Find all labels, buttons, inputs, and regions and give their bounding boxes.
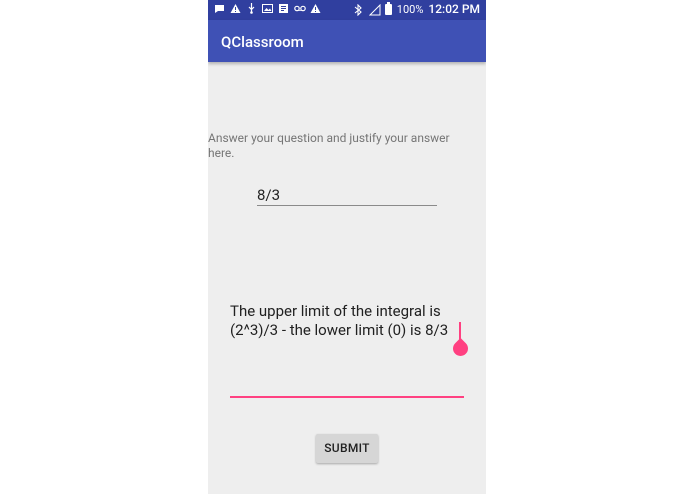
alert-icon — [310, 3, 321, 14]
usb-icon — [246, 3, 257, 14]
app-bar: QClassroom — [208, 20, 486, 62]
alert-icon — [230, 3, 241, 14]
submit-button[interactable]: SUBMIT — [316, 434, 378, 463]
image-icon — [262, 3, 273, 14]
notification-icons — [214, 3, 321, 14]
app-title: QClassroom — [221, 33, 304, 51]
answer-value: 8/3 — [257, 186, 281, 204]
message-icon — [214, 3, 225, 14]
clock: 12:02 PM — [428, 2, 480, 16]
justification-input[interactable]: The upper limit of the integral is (2^3)… — [230, 302, 472, 398]
battery-percent: 100% — [396, 2, 424, 16]
app-screen: 100% 12:02 PM QClassroom Answer your que… — [208, 0, 486, 494]
voicemail-icon — [294, 3, 306, 14]
note-icon — [278, 3, 289, 14]
no-signal-icon — [368, 3, 381, 15]
cursor-handle[interactable] — [449, 337, 472, 360]
status-bar: 100% 12:02 PM — [208, 0, 486, 20]
question-prompt: Answer your question and justify your an… — [208, 131, 450, 160]
justification-value: The upper limit of the integral is (2^3)… — [230, 302, 449, 339]
bluetooth-icon — [353, 3, 364, 16]
answer-input[interactable]: 8/3 — [257, 185, 437, 206]
system-icons: 100% 12:02 PM — [353, 1, 480, 16]
battery-icon — [384, 1, 392, 15]
